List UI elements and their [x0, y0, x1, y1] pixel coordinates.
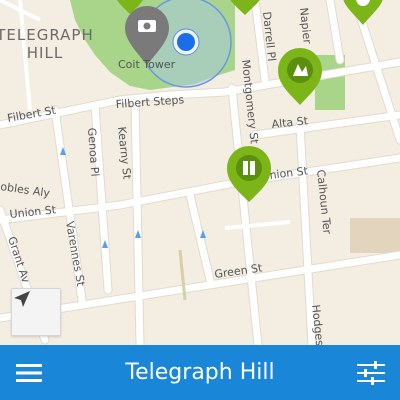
hamburger-menu-icon — [16, 363, 42, 382]
locate-me-button[interactable] — [11, 288, 61, 336]
district-label-line2: HILL — [27, 44, 63, 62]
district-label-line1: TELEGRAPH — [0, 26, 94, 44]
landmark-label-coit-tower: Coit Tower — [118, 58, 176, 71]
building-block — [350, 218, 400, 253]
scenic-icon — [138, 20, 156, 32]
location-title: Telegraph Hill — [125, 360, 275, 385]
sliders-icon — [357, 360, 385, 385]
bottom-bar: Telegraph Hill — [0, 345, 400, 400]
menu-button[interactable] — [0, 345, 58, 400]
map-view[interactable]: TELEGRAPH HILL Filbert St Filbert Steps … — [0, 0, 400, 345]
navigation-arrow-icon — [14, 291, 30, 307]
filter-button[interactable] — [342, 345, 400, 400]
